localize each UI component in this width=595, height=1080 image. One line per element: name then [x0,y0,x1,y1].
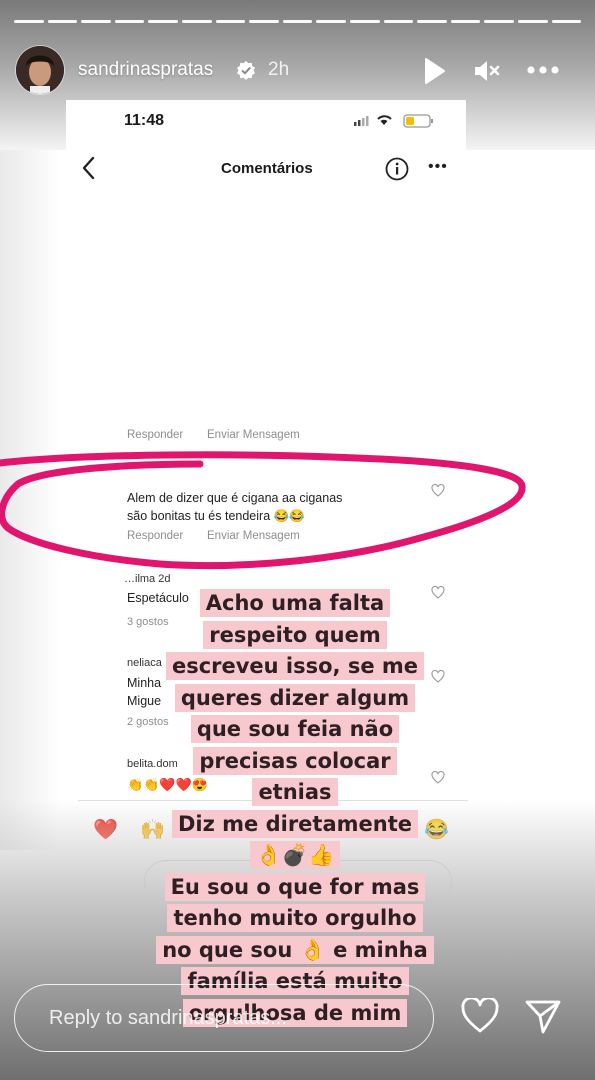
more-options-icon[interactable] [526,62,562,83]
story-caption: Acho uma falta respeito quem escreveu isso… [150,588,440,1029]
story-progress-bar [14,20,582,23]
avatar[interactable] [16,46,64,94]
status-icons [352,112,438,135]
caption-line: precisas colocar [193,746,397,775]
progress-segment [484,20,514,23]
progress-segment [114,20,145,23]
progress-segment [181,20,212,23]
progress-segment [81,20,111,23]
more-options-icon[interactable]: ••• [428,158,448,176]
highlight-circle [0,451,526,570]
reply-placeholder: Reply to sandrinaspratas... [49,1007,287,1029]
progress-segment [148,20,178,23]
play-icon[interactable] [423,56,447,91]
story-reply-input[interactable]: Reply to sandrinaspratas... [14,984,434,1052]
progress-segment [417,20,447,23]
back-icon[interactable] [78,155,100,186]
like-heart-icon[interactable] [460,996,500,1039]
progress-segment [349,20,380,23]
caption-line: respeito quem [203,620,387,649]
progress-segment [316,20,346,23]
story-time-ago: 2h [268,59,290,80]
progress-segment [450,20,481,23]
caption-line: tenho muito orgulho [167,904,423,932]
caption-line: no que sou 👌 e minha [156,935,434,964]
caption-line: 👌💣👍 [249,841,341,869]
info-icon[interactable] [384,156,410,187]
progress-segment [215,20,246,23]
progress-segment [551,20,582,23]
comment-user[interactable]: …ilma 2d [124,573,170,585]
caption-line: Acho uma falta [199,589,391,617]
progress-segment [249,20,279,23]
caption-line: que sou feia não [190,715,400,743]
caption-line: queres dizer algum [174,683,416,712]
progress-segment [47,20,78,23]
progress-segment [517,20,548,23]
page-title: Comentários [221,160,313,177]
send-icon[interactable] [523,998,563,1041]
story-username[interactable]: sandrinaspratas [78,59,213,81]
verified-badge-icon [236,60,256,80]
caption-line: escreveu isso, se me [165,652,425,680]
progress-segment [282,20,313,23]
caption-line: etnias [252,778,338,806]
caption-line: Eu sou o que for mas [164,872,426,901]
progress-segment [383,20,414,23]
progress-segment [14,20,44,23]
mute-icon[interactable] [472,56,502,91]
caption-line: Diz me diretamente [172,809,418,838]
status-time: 11:48 [124,112,165,129]
